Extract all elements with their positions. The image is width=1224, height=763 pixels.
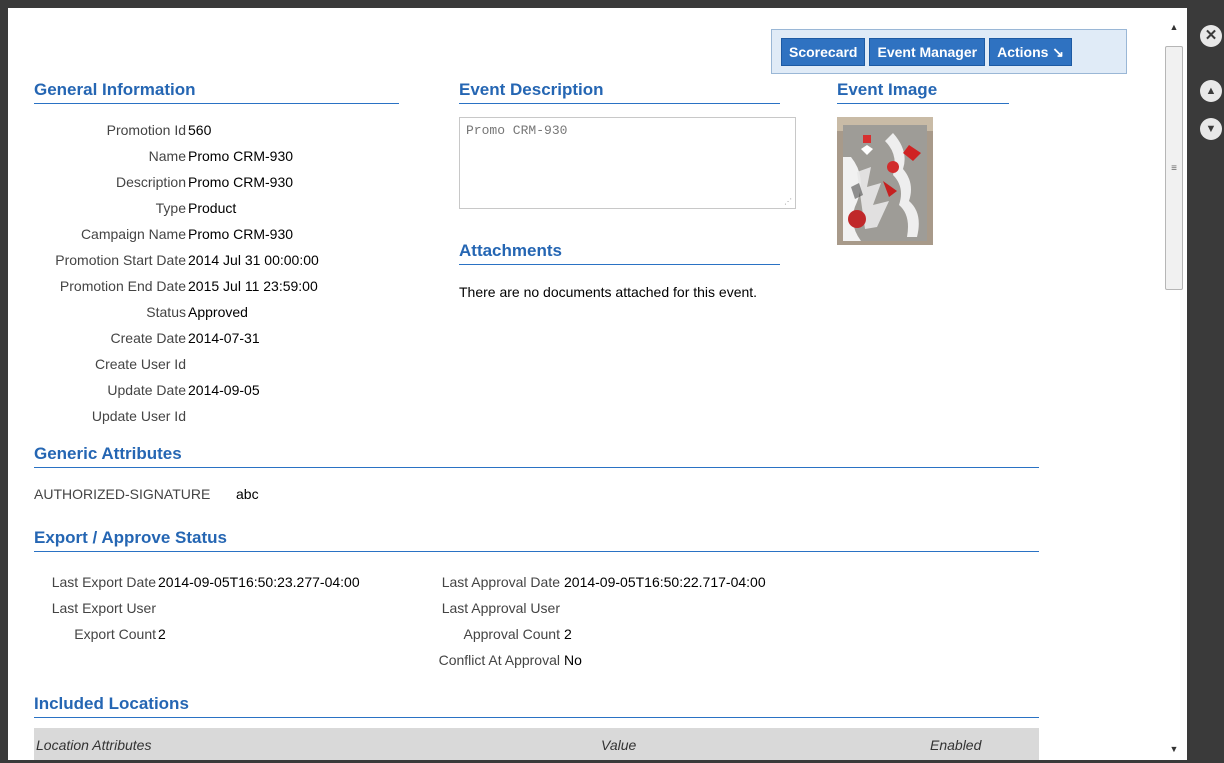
event-description-text: Promo CRM-930 [466,123,568,138]
locations-table-header: Location Attributes Value Enabled [34,728,1039,760]
scrollbar-grip-icon: ≡ [1171,163,1177,174]
update-date-value: 2014-09-05 [188,382,260,398]
column-location-attributes[interactable]: Location Attributes [36,737,151,753]
last-approval-date-value: 2014-09-05T16:50:22.717-04:00 [564,574,766,590]
authorized-signature-value: abc [236,486,259,502]
vertical-scrollbar[interactable]: ▲ ≡ ▼ [1163,18,1185,758]
update-date-label: Update Date [107,382,186,398]
name-label: Name [148,148,186,164]
promotion-id-label: Promotion Id [106,122,186,138]
event-description-heading: Event Description [459,80,780,104]
conflict-at-approval-value: No [564,652,582,668]
promotion-end-date-value: 2015 Jul 11 23:59:00 [188,278,318,294]
event-image-graphic [837,117,933,245]
resize-handle-icon[interactable]: ⋰ [784,197,792,206]
arrow-up-icon[interactable]: ▲ [1200,80,1222,102]
status-value: Approved [188,304,248,320]
create-user-id-label: Create User Id [94,356,186,372]
create-date-label: Create Date [110,330,186,346]
export-count-value: 2 [158,626,166,642]
event-image-heading: Event Image [837,80,1009,104]
no-attachments-text: There are no documents attached for this… [459,284,758,300]
type-value: Product [188,200,237,216]
event-description-textarea[interactable]: Promo CRM-930 ⋰ [459,117,796,209]
promotion-start-date-label: Promotion Start Date [55,252,186,268]
column-value[interactable]: Value [601,737,636,753]
status-label: Status [146,304,186,320]
promotion-id-value: 560 [188,122,212,138]
update-user-id-label: Update User Id [91,408,186,424]
dialog-content: Scorecard Event Manager Actions ↘ Genera… [8,8,1160,760]
export-approve-heading: Export / Approve Status [34,528,1039,552]
authorized-signature-label: AUTHORIZED-SIGNATURE [34,486,211,502]
campaign-name-label: Campaign Name [80,226,186,242]
promotion-end-date-label: Promotion End Date [59,278,186,294]
actions-button[interactable]: Actions ↘ [989,38,1073,66]
promotion-start-date-value: 2014 Jul 31 00:00:00 [188,252,319,268]
close-icon[interactable]: ✕ [1200,25,1222,47]
create-date-value: 2014-07-31 [188,330,260,346]
approval-count-value: 2 [564,626,572,642]
export-count-label: Export Count [74,626,156,642]
action-toolbar: Scorecard Event Manager Actions ↘ [771,29,1127,74]
scroll-down-arrow-icon[interactable]: ▼ [1163,740,1185,758]
conflict-at-approval-label: Conflict At Approval [438,652,560,668]
name-value: Promo CRM-930 [188,148,294,164]
arrow-down-icon[interactable]: ▼ [1200,118,1222,140]
last-export-date-value: 2014-09-05T16:50:23.277-04:00 [158,574,360,590]
general-information-heading: General Information [34,80,399,104]
type-label: Type [155,200,186,216]
description-value: Promo CRM-930 [188,174,294,190]
campaign-name-value: Promo CRM-930 [188,226,294,242]
last-export-user-label: Last Export User [51,600,156,616]
approval-count-label: Approval Count [463,626,560,642]
attachments-heading: Attachments [459,241,780,265]
scroll-up-arrow-icon[interactable]: ▲ [1163,18,1185,36]
last-export-date-label: Last Export Date [51,574,156,590]
event-image-thumbnail[interactable] [837,117,933,245]
column-enabled[interactable]: Enabled [930,737,981,753]
scrollbar-thumb[interactable]: ≡ [1165,46,1183,290]
scorecard-button[interactable]: Scorecard [781,38,866,66]
generic-attributes-heading: Generic Attributes [34,444,1039,468]
dialog-frame: Scorecard Event Manager Actions ↘ Genera… [8,8,1187,760]
last-approval-date-label: Last Approval Date [441,574,560,590]
last-approval-user-label: Last Approval User [441,600,560,616]
included-locations-heading: Included Locations [34,694,1039,718]
event-manager-button[interactable]: Event Manager [869,38,986,66]
description-label: Description [115,174,186,190]
